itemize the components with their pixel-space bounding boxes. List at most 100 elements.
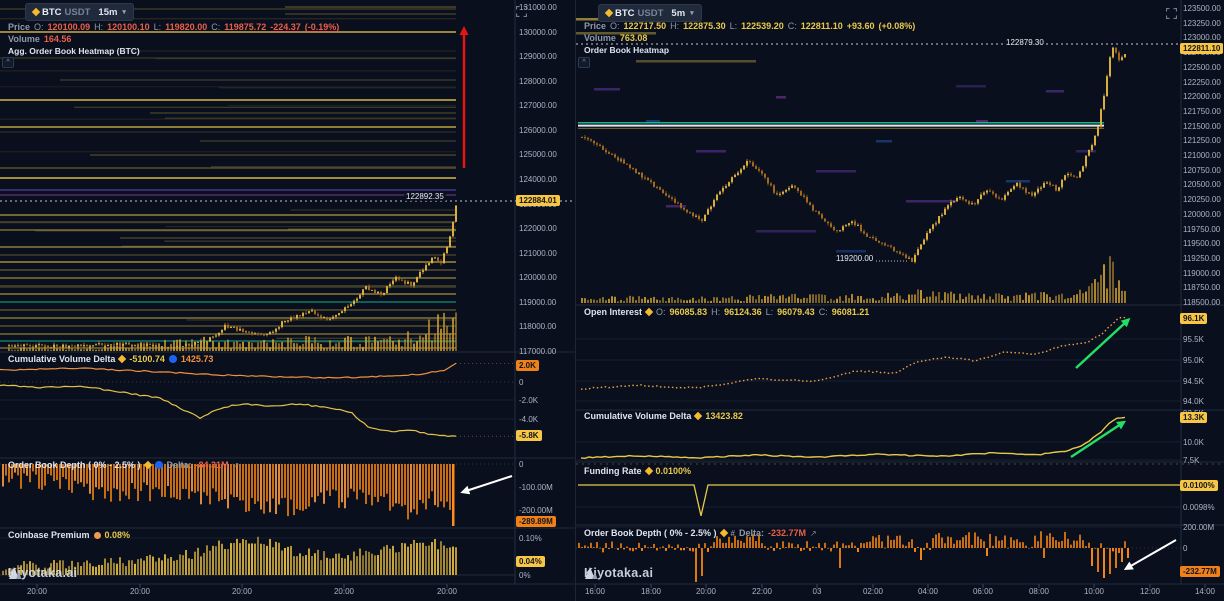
high-value: 120100.10: [107, 22, 150, 32]
axis-tick: 121250.00: [1183, 136, 1221, 145]
close-value: 119875.72: [224, 22, 266, 32]
right-oi-header: Open Interest O:96085.83 H:96124.36 L:96…: [584, 307, 869, 317]
axis-tick: 94.0K: [1183, 397, 1204, 406]
right-chart-panel: BTCUSDT 5m ▾ Price O:122717.50 H:122875.…: [575, 0, 1224, 601]
aggregate-icon[interactable]: #: [731, 529, 735, 538]
close-key: C:: [788, 21, 797, 31]
close-value: 122811.10: [801, 21, 843, 31]
axis-tick: -4.0K: [519, 415, 538, 424]
axis-tick: 95.0K: [1183, 356, 1204, 365]
time-axis-tick: 03: [813, 587, 822, 596]
change-value: +93.60: [847, 21, 875, 31]
binance-icon[interactable]: [118, 355, 126, 363]
price-label: Price: [8, 22, 30, 32]
coinbase-icon[interactable]: [169, 355, 177, 363]
chart-price-note: 122892.35: [404, 192, 446, 201]
axis-tick: 123500.00: [1183, 4, 1221, 13]
right-panel-charts[interactable]: [576, 0, 1224, 601]
axis-tick: 119500.00: [1183, 239, 1220, 248]
axis-tick: 95.5K: [1183, 335, 1204, 344]
low-key: L:: [154, 22, 162, 32]
close-key: C:: [211, 22, 220, 32]
left-heatmap-title-row: Agg. Order Book Heatmap (BTC): [8, 46, 140, 56]
obd-axis-label: -232.77M: [1180, 566, 1220, 577]
axis-tick: 128000.00: [519, 77, 557, 86]
volume-value: 164.56: [44, 34, 72, 44]
right-obd-header: Order Book Depth ( 0% - 2.5% ) # Delta: …: [584, 528, 817, 538]
axis-tick: 7.5K: [1183, 456, 1199, 465]
oi-close: 96081.21: [832, 307, 870, 317]
right-cvd-header: Cumulative Volume Delta 13423.82: [584, 411, 743, 421]
axis-tick: 124000.00: [519, 175, 557, 184]
axis-tick: 122500.00: [1183, 63, 1221, 72]
obd-title: Order Book Depth ( 0% - 2.5% ): [584, 528, 717, 538]
left-panel-charts[interactable]: [0, 0, 575, 601]
close-key: C:: [819, 307, 828, 317]
axis-tick: 120250.00: [1183, 195, 1221, 204]
axis-tick: 10.0K: [1183, 438, 1204, 447]
time-axis-tick: 20:00: [437, 587, 457, 596]
right-symbol-selector[interactable]: BTCUSDT 5m ▾: [598, 4, 702, 22]
external-link-icon[interactable]: ↗: [233, 461, 240, 470]
heatmap-title: Order Book Heatmap: [584, 45, 669, 55]
external-link-icon[interactable]: ↗: [810, 529, 817, 538]
axis-tick: 0: [1183, 544, 1187, 553]
binance-icon: [605, 9, 613, 17]
axis-tick: 0.10%: [519, 534, 542, 543]
change-pct: (+0.08%): [879, 21, 916, 31]
time-axis-tick: 10:00: [1084, 587, 1104, 596]
oi-axis-label: 96.1K: [1180, 313, 1207, 324]
symbol-quote: USDT: [638, 8, 664, 19]
premium-value: 0.08%: [105, 530, 131, 540]
high-key: H:: [711, 307, 720, 317]
binance-icon[interactable]: [694, 412, 702, 420]
time-axis-tick: 14:00: [1195, 587, 1215, 596]
heatmap-title: Agg. Order Book Heatmap (BTC): [8, 46, 140, 56]
axis-tick: 125000.00: [519, 150, 557, 159]
symbol-base: BTC: [42, 7, 62, 18]
time-axis-tick: 20:00: [334, 587, 354, 596]
oi-high: 96124.36: [724, 307, 762, 317]
left-premium-header: Coinbase Premium 0.08%: [8, 530, 130, 540]
binance-icon[interactable]: [719, 529, 727, 537]
binance-icon[interactable]: [143, 461, 151, 469]
axis-tick: 0.0098%: [1183, 503, 1215, 512]
axis-tick: 94.5K: [1183, 377, 1204, 386]
time-axis-tick: 08:00: [1029, 587, 1049, 596]
time-axis-tick: 20:00: [27, 587, 47, 596]
symbol-quote: USDT: [65, 7, 91, 18]
axis-tick: 122000.00: [519, 224, 557, 233]
cvd-value: 13423.82: [705, 411, 743, 421]
cvd-binance-axis-label: -5.8K: [516, 430, 542, 441]
time-axis-tick: 12:00: [1140, 587, 1160, 596]
axis-tick: 118500.00: [1183, 298, 1220, 307]
collapse-heatmap-button[interactable]: ^: [578, 57, 590, 68]
premium-axis-label: 0.04%: [516, 556, 545, 567]
change-pct: (-0.19%): [305, 22, 340, 32]
high-key: H:: [94, 22, 103, 32]
kiyotaka-logo-icon: [8, 566, 22, 580]
volume-label: Volume: [584, 33, 616, 43]
right-volume-row: Volume 763.08: [584, 33, 647, 43]
cvd-binance-value: -5100.74: [129, 354, 165, 364]
cvd-axis-label: 13.3K: [1180, 412, 1207, 423]
time-axis-tick: 18:00: [641, 587, 661, 596]
coinbase-premium-icon[interactable]: [94, 532, 101, 539]
low-key: L:: [730, 21, 738, 31]
axis-tick: -100.00M: [519, 483, 553, 492]
interval-label: 15m: [98, 7, 117, 18]
axis-tick: 121750.00: [1183, 107, 1221, 116]
axis-tick: 122250.00: [1183, 78, 1221, 87]
axis-tick: 121500.00: [1183, 122, 1221, 131]
binance-icon[interactable]: [644, 467, 652, 475]
kiyotaka-watermark: Kiyotaka.ai: [584, 566, 653, 580]
coinbase-icon[interactable]: [155, 461, 163, 469]
axis-tick: 120750.00: [1183, 166, 1221, 175]
axis-tick: 123250.00: [1183, 19, 1221, 28]
left-obd-header: Order Book Depth ( 0% - 2.5% ) Delta: -8…: [8, 460, 239, 470]
left-symbol-selector[interactable]: BTCUSDT 15m ▾: [25, 3, 134, 21]
collapse-heatmap-button[interactable]: ^: [2, 57, 14, 68]
left-price-row: Price O:120100.09 H:120100.10 L:119820.0…: [8, 22, 339, 32]
delta-key: Delta:: [167, 460, 192, 470]
binance-icon[interactable]: [645, 308, 653, 316]
